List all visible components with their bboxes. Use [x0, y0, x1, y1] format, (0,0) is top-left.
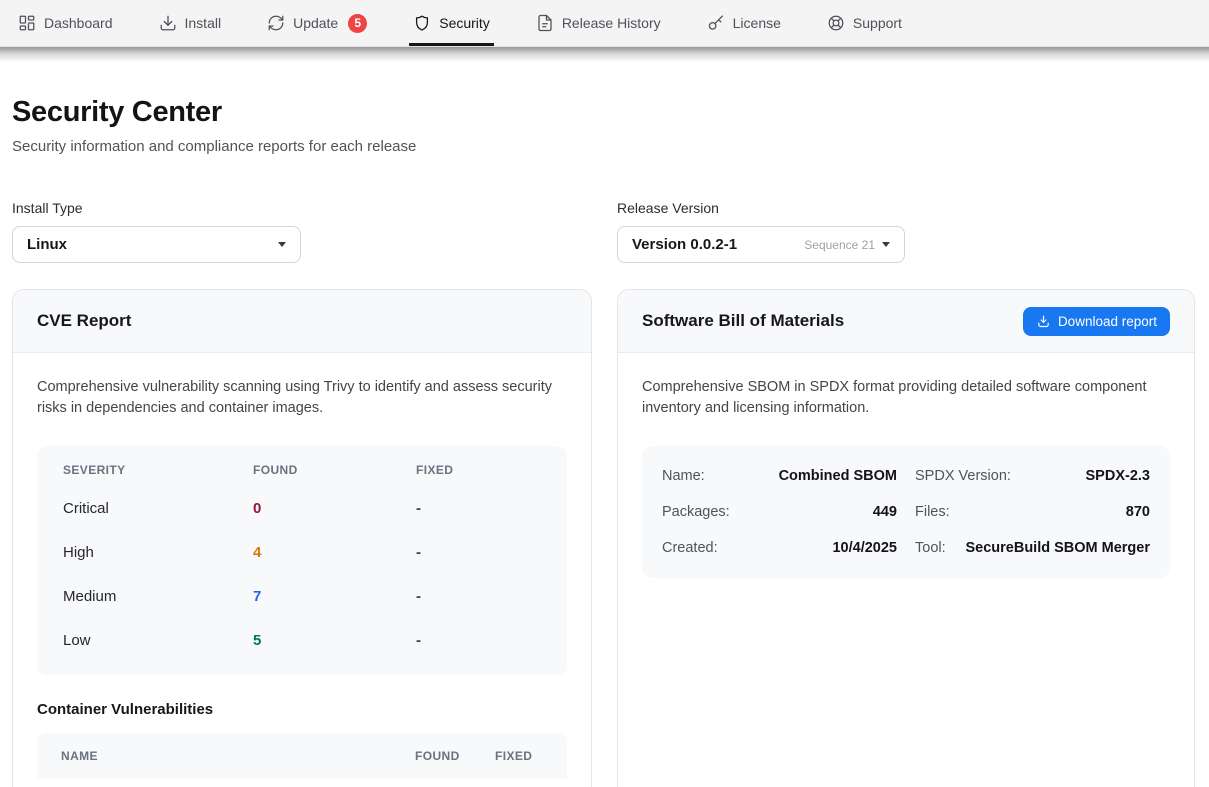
cards-row: CVE Report Comprehensive vulnerability s… [12, 289, 1197, 787]
cve-card-header: CVE Report [13, 290, 591, 353]
fixed-count: - [416, 544, 541, 561]
severity-table-header: SEVERITY FOUND FIXED [37, 446, 567, 487]
found-count: 5 [253, 632, 416, 649]
col-found: FOUND [415, 749, 495, 763]
lifebuoy-icon [827, 14, 845, 32]
info-label: Packages: [662, 504, 730, 520]
info-label: SPDX Version: [915, 468, 1011, 484]
nav-item-security[interactable]: Security [413, 0, 490, 46]
nav-label: Support [853, 15, 902, 31]
col-fixed: FIXED [495, 749, 543, 763]
sequence-hint: Sequence 21 [804, 238, 875, 252]
info-cell-name: Name: Combined SBOM [662, 458, 897, 494]
severity-label: Critical [63, 500, 253, 517]
header-shadow [0, 47, 1209, 62]
severity-label: Medium [63, 588, 253, 605]
page-title: Security Center [12, 96, 1197, 129]
table-row: Low 5 - [37, 619, 567, 663]
info-label: Files: [915, 504, 950, 520]
info-label: Created: [662, 540, 718, 556]
severity-table: SEVERITY FOUND FIXED Critical 0 - High 4… [37, 446, 567, 675]
nav-item-install[interactable]: Install [159, 0, 222, 46]
nav-label: License [733, 15, 781, 31]
col-name: NAME [61, 749, 415, 763]
info-value: Combined SBOM [779, 468, 897, 484]
download-icon [1036, 314, 1051, 329]
col-found: FOUND [253, 463, 416, 477]
nav-item-update[interactable]: Update 5 [267, 0, 367, 46]
info-label: Name: [662, 468, 705, 484]
cve-card-body: Comprehensive vulnerability scanning usi… [13, 353, 591, 787]
info-value: 10/4/2025 [832, 540, 897, 556]
install-type-field: Install Type Linux [12, 200, 592, 263]
document-icon [536, 14, 554, 32]
sbom-info-grid: Name: Combined SBOM SPDX Version: SPDX-2… [642, 446, 1170, 578]
nav-label: Security [439, 15, 490, 31]
table-row: Critical 0 - [37, 487, 567, 531]
found-count: 4 [253, 544, 416, 561]
nav-item-release-history[interactable]: Release History [536, 0, 661, 46]
page-subtitle: Security information and compliance repo… [12, 138, 1197, 155]
nav-label: Install [185, 15, 222, 31]
sbom-card-header: Software Bill of Materials Download repo… [618, 290, 1194, 353]
info-value: SecureBuild SBOM Merger [965, 540, 1150, 556]
cve-report-card: CVE Report Comprehensive vulnerability s… [12, 289, 592, 787]
nav-label: Dashboard [44, 15, 113, 31]
info-value: 870 [1126, 504, 1150, 520]
chevron-down-icon [882, 242, 890, 247]
info-cell-spdx-version: SPDX Version: SPDX-2.3 [915, 458, 1150, 494]
release-version-field: Release Version Version 0.0.2-1 Sequence… [617, 200, 1195, 263]
severity-label: High [63, 544, 253, 561]
key-icon [707, 14, 725, 32]
cve-description: Comprehensive vulnerability scanning usi… [37, 377, 567, 420]
nav-item-support[interactable]: Support [827, 0, 902, 46]
install-type-value: Linux [27, 236, 67, 253]
col-fixed: FIXED [416, 463, 541, 477]
top-nav: Dashboard Install Update 5 Security Rele… [0, 0, 1209, 47]
download-icon [159, 14, 177, 32]
sbom-card-body: Comprehensive SBOM in SPDX format provid… [618, 353, 1194, 602]
shield-icon [413, 14, 431, 32]
nav-item-license[interactable]: License [707, 0, 781, 46]
table-row: High 4 - [37, 531, 567, 575]
chevron-down-icon [278, 242, 286, 247]
info-value: 449 [873, 504, 897, 520]
fixed-count: - [416, 500, 541, 517]
nav-label: Release History [562, 15, 661, 31]
dashboard-icon [18, 14, 36, 32]
table-row: Medium 7 - [37, 575, 567, 619]
sbom-card: Software Bill of Materials Download repo… [617, 289, 1195, 787]
info-cell-packages: Packages: 449 [662, 494, 897, 530]
nav-label: Update [293, 15, 338, 31]
info-cell-created: Created: 10/4/2025 [662, 530, 897, 566]
severity-label: Low [63, 632, 253, 649]
refresh-icon [267, 14, 285, 32]
install-type-select[interactable]: Linux [12, 226, 301, 263]
container-vulnerabilities-heading: Container Vulnerabilities [37, 701, 567, 718]
install-type-label: Install Type [12, 200, 592, 216]
release-version-value: Version 0.0.2-1 [632, 236, 737, 253]
fixed-count: - [416, 632, 541, 649]
download-report-button[interactable]: Download report [1023, 307, 1170, 336]
info-label: Tool: [915, 540, 946, 556]
found-count: 7 [253, 588, 416, 605]
update-count-badge: 5 [348, 14, 367, 33]
info-cell-files: Files: 870 [915, 494, 1150, 530]
release-version-label: Release Version [617, 200, 1195, 216]
nav-item-dashboard[interactable]: Dashboard [18, 0, 113, 46]
cve-card-title: CVE Report [37, 311, 131, 331]
info-value: SPDX-2.3 [1086, 468, 1150, 484]
sbom-card-title: Software Bill of Materials [642, 311, 844, 331]
info-cell-tool: Tool: SecureBuild SBOM Merger [915, 530, 1150, 566]
col-severity: SEVERITY [63, 463, 253, 477]
main-content: Security Center Security information and… [0, 96, 1209, 787]
filters-row: Install Type Linux Release Version Versi… [12, 200, 1197, 263]
sbom-description: Comprehensive SBOM in SPDX format provid… [642, 377, 1170, 420]
fixed-count: - [416, 588, 541, 605]
download-report-label: Download report [1058, 314, 1157, 329]
found-count: 0 [253, 500, 416, 517]
release-version-select[interactable]: Version 0.0.2-1 Sequence 21 [617, 226, 905, 263]
container-table-header: NAME FOUND FIXED [37, 733, 567, 779]
